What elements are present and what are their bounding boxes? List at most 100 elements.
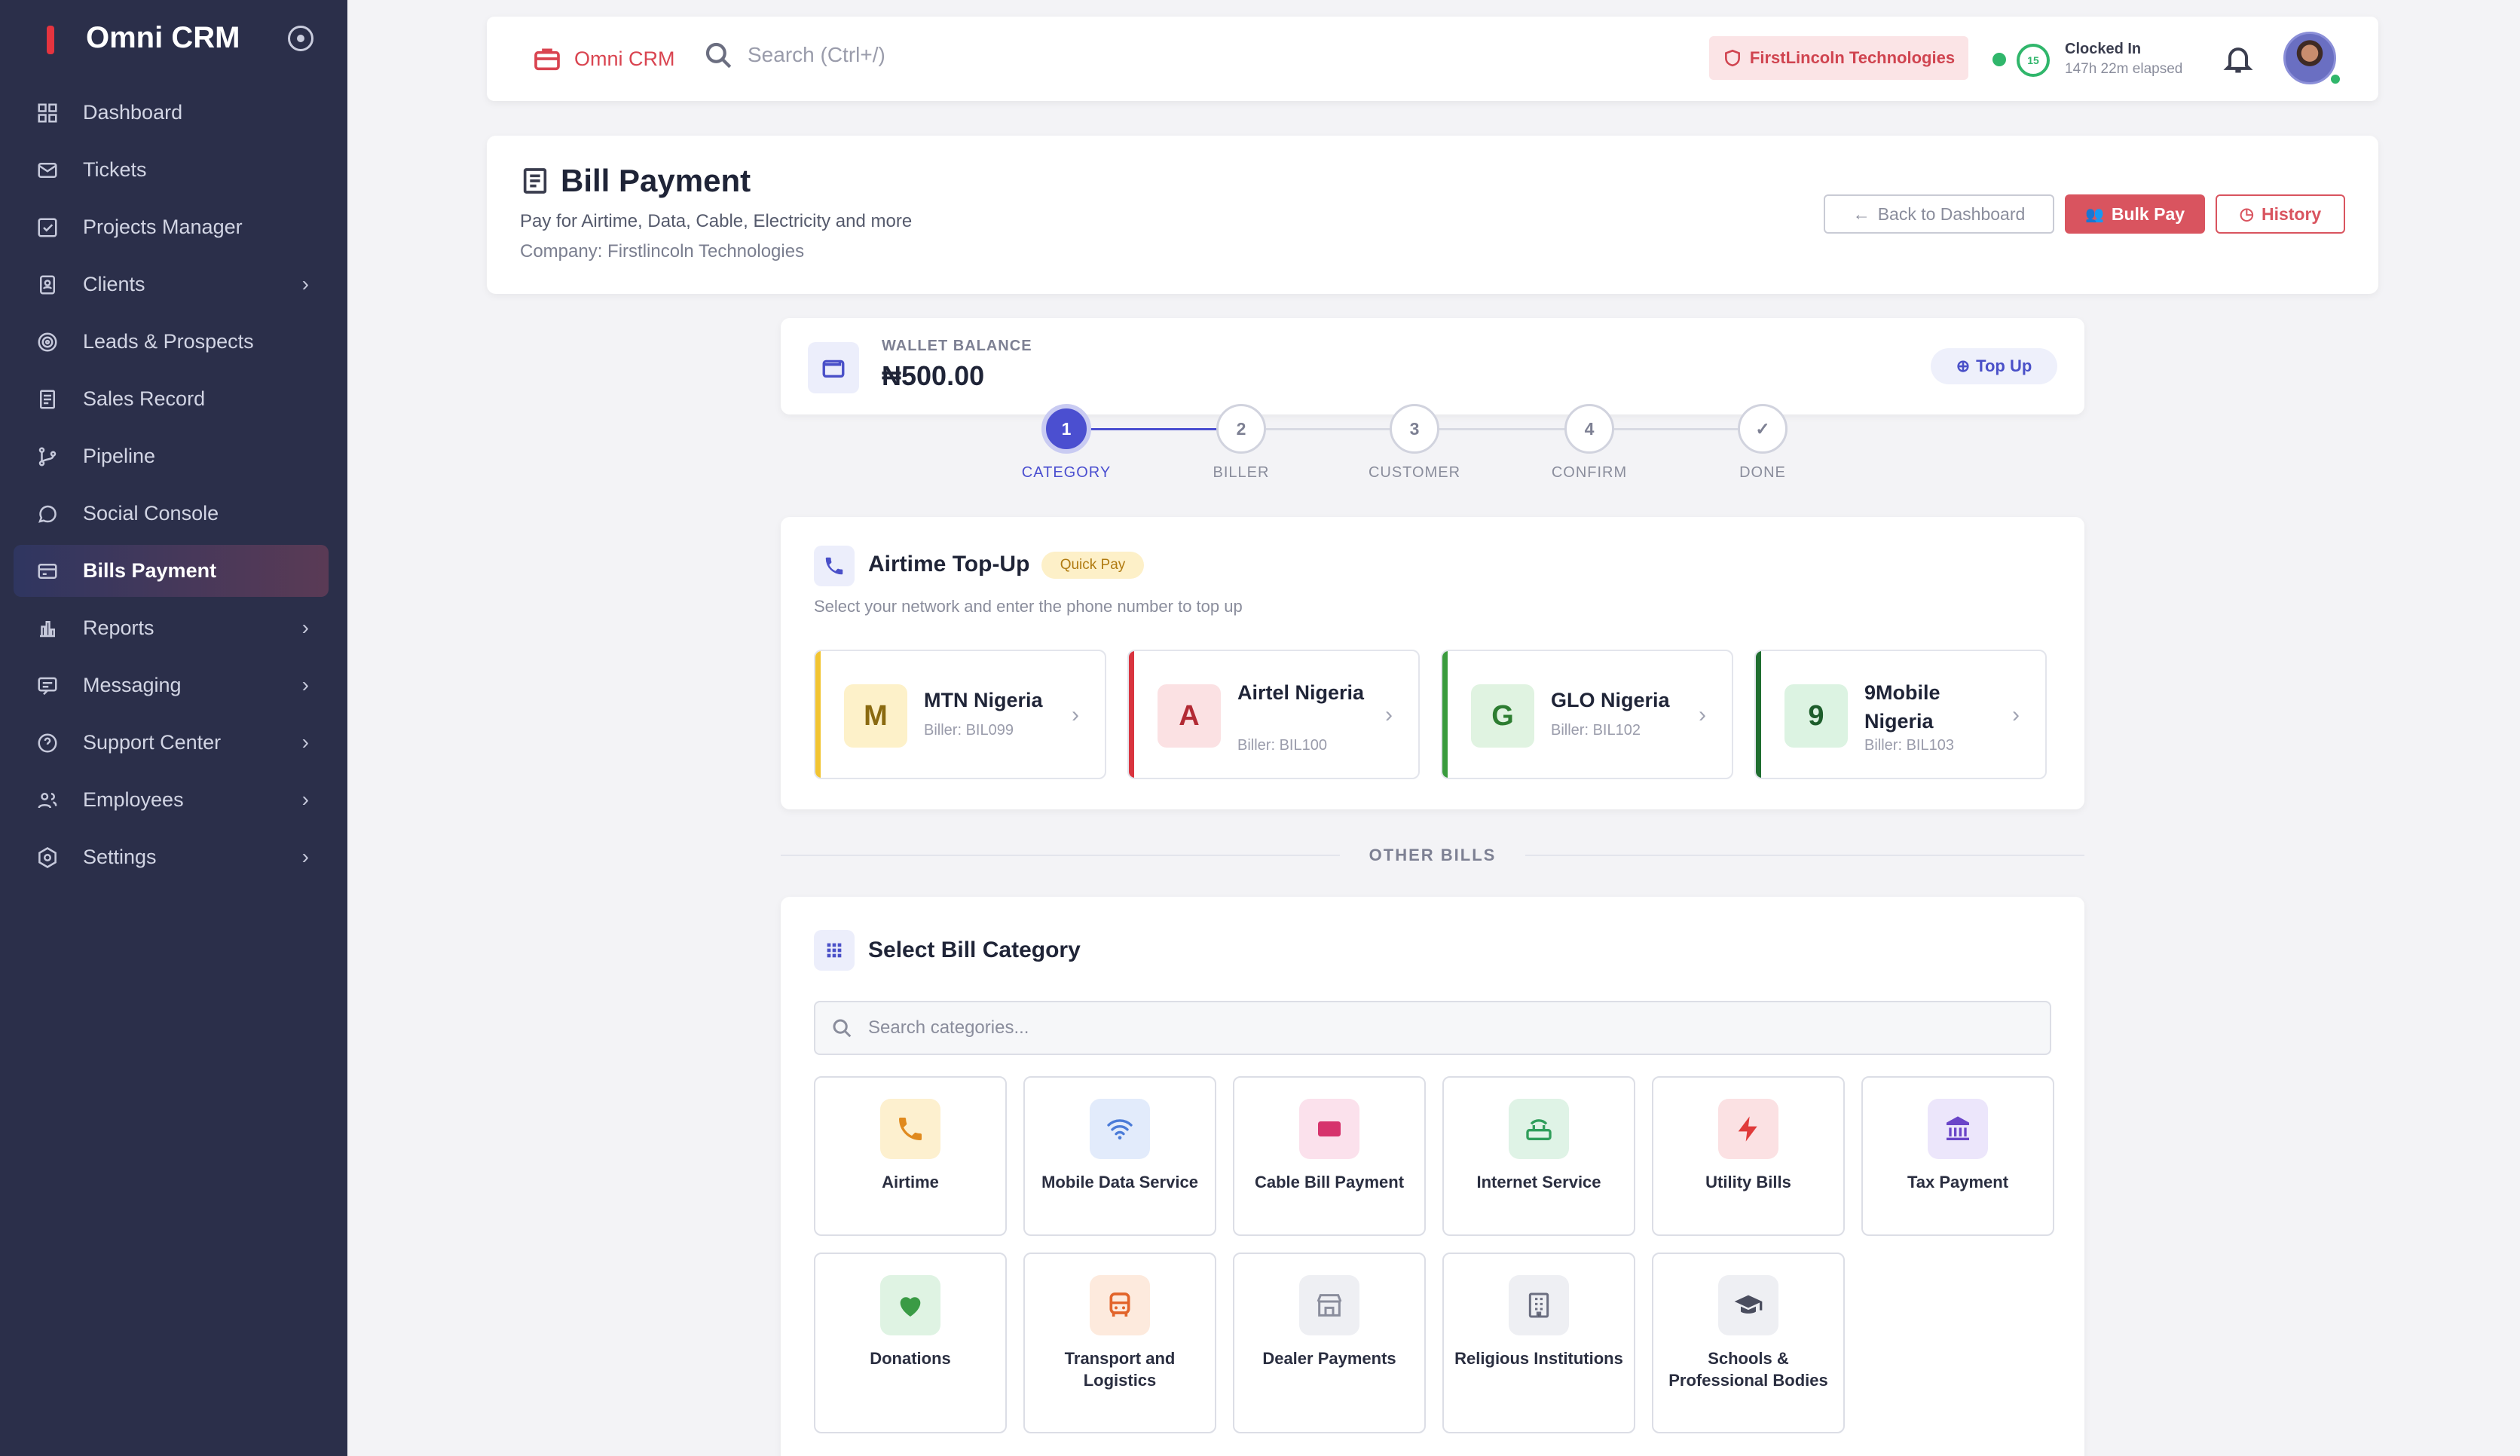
step-category-label: CATEGORY	[1021, 464, 1112, 481]
brand-name[interactable]: Omni CRM	[86, 21, 240, 55]
phone-icon	[880, 1099, 940, 1159]
category-label: Religious Institutions	[1454, 1349, 1623, 1368]
tv-icon	[1299, 1099, 1359, 1159]
chevron-right-icon: ›	[301, 788, 309, 811]
users-icon: 👥	[2084, 206, 2104, 223]
sidebar-item-sales-record[interactable]: Sales Record	[14, 373, 329, 425]
sidebar-item-employees[interactable]: Employees ›	[14, 774, 329, 826]
category-tile-transport-and-logistics[interactable]: Transport and Logistics	[1023, 1253, 1216, 1433]
clock-icon: ◷	[2239, 204, 2254, 223]
notification-bell-icon[interactable]	[2222, 42, 2255, 75]
category-tile-religious-institutions[interactable]: Religious Institutions	[1442, 1253, 1635, 1433]
step-biller-label: BILLER	[1213, 464, 1270, 481]
category-tile-internet-service[interactable]: Internet Service	[1442, 1076, 1635, 1236]
sidebar: Omni CRM Dashboard Tickets Projects Mana…	[0, 0, 347, 1456]
clock-status[interactable]: Clocked In 147h 22m elapsed	[2065, 41, 2182, 78]
sidebar-item-reports[interactable]: Reports ›	[14, 602, 329, 654]
sidebar-item-leads-prospects[interactable]: Leads & Prospects	[14, 316, 329, 368]
category-tile-cable-bill-payment[interactable]: Cable Bill Payment	[1233, 1076, 1426, 1236]
sidebar-item-support-center[interactable]: Support Center ›	[14, 717, 329, 769]
airtime-topup-card: Airtime Top-Up Quick Pay Select your net…	[781, 517, 2084, 809]
category-label: Donations	[870, 1349, 951, 1368]
checkbox-icon	[36, 216, 59, 239]
sidebar-nav: Dashboard Tickets Projects Manager Clien…	[14, 87, 329, 889]
network-card-airtel-nigeria[interactable]: A Airtel Nigeria Biller: BIL100 ›	[1127, 650, 1420, 779]
wallet-balance-label: WALLET BALANCE	[882, 338, 1032, 354]
chevron-right-icon: ›	[301, 673, 309, 696]
company-badge-label: FirstLincoln Technologies	[1749, 48, 1956, 67]
network-card-9mobile-nigeria[interactable]: 9 9Mobile Nigeria Biller: BIL103 ›	[1754, 650, 2047, 779]
sidebar-item-label: Messaging	[83, 674, 182, 696]
topbar-brand[interactable]: Omni CRM	[532, 44, 675, 74]
wallet-card: WALLET BALANCE ₦500.00 ⊕ Top Up	[781, 318, 2084, 414]
wallet-balance-amount: ₦500.00	[882, 360, 985, 391]
page-title: Bill Payment	[561, 163, 751, 198]
receipt-icon	[36, 388, 59, 411]
sidebar-item-label: Leads & Prospects	[83, 330, 254, 353]
sidebar-item-settings[interactable]: Settings ›	[14, 831, 329, 883]
category-tile-airtime[interactable]: Airtime	[814, 1076, 1007, 1236]
category-tile-tax-payment[interactable]: Tax Payment	[1861, 1076, 2054, 1236]
sidebar-item-label: Support Center	[83, 731, 222, 754]
top-up-button[interactable]: ⊕ Top Up	[1931, 348, 2057, 384]
sidebar-item-tickets[interactable]: Tickets	[14, 144, 329, 196]
lightning-icon	[1718, 1099, 1778, 1159]
receipt-icon	[520, 166, 550, 196]
step-connector	[1611, 428, 1741, 430]
step-confirm-label: CONFIRM	[1551, 464, 1628, 481]
search-input[interactable]: Search (Ctrl+/)	[702, 39, 885, 71]
brand-logo-icon	[47, 26, 54, 54]
settings-icon	[36, 846, 59, 869]
network-avatar: G	[1471, 684, 1534, 748]
chevron-right-icon: ›	[301, 616, 309, 639]
sidebar-item-clients[interactable]: Clients ›	[14, 258, 329, 310]
category-tile-schools-professional-bodies[interactable]: Schools & Professional Bodies	[1652, 1253, 1845, 1433]
sidebar-item-label: Dashboard	[83, 101, 183, 124]
sidebar-item-pipeline[interactable]: Pipeline	[14, 430, 329, 482]
category-label: Airtime	[882, 1173, 939, 1191]
sidebar-item-dashboard[interactable]: Dashboard	[14, 87, 329, 139]
category-label: Schools & Professional Bodies	[1668, 1349, 1828, 1390]
sidebar-item-messaging[interactable]: Messaging ›	[14, 659, 329, 711]
sidebar-item-label: Projects Manager	[83, 216, 243, 238]
page-company: Company: Firstlincoln Technologies	[520, 241, 805, 262]
network-card-mtn-nigeria[interactable]: M MTN Nigeria Biller: BIL099 ›	[814, 650, 1106, 779]
chevron-right-icon: ›	[301, 730, 309, 754]
category-tile-donations[interactable]: Donations	[814, 1253, 1007, 1433]
network-avatar: M	[844, 684, 907, 748]
bulk-pay-button[interactable]: 👥 Bulk Pay	[2065, 194, 2205, 234]
category-search-input[interactable]: Search categories...	[814, 1001, 2051, 1055]
clock-progress-ring: 15	[2017, 44, 2050, 77]
company-badge[interactable]: FirstLincoln Technologies	[1709, 36, 1968, 80]
grid-icon	[814, 930, 855, 971]
category-label: Dealer Payments	[1262, 1349, 1396, 1368]
sidebar-item-label: Reports	[83, 616, 154, 639]
sidebar-item-label: Social Console	[83, 502, 219, 525]
sidebar-collapse-icon[interactable]	[288, 26, 313, 51]
step-confirm-circle: 4	[1564, 404, 1614, 454]
network-card-glo-nigeria[interactable]: G GLO Nigeria Biller: BIL102 ›	[1441, 650, 1733, 779]
sidebar-item-projects-manager[interactable]: Projects Manager	[14, 201, 329, 253]
sidebar-item-bills-payment[interactable]: Bills Payment	[14, 545, 329, 597]
plus-circle-icon: ⊕	[1956, 356, 1971, 375]
network-biller: Biller: BIL100	[1237, 737, 1327, 754]
network-accent-bar	[1129, 651, 1134, 778]
git-branch-icon	[36, 445, 59, 468]
sidebar-item-label: Settings	[83, 846, 157, 868]
back-to-dashboard-label: Back to Dashboard	[1877, 203, 2026, 224]
sidebar-item-social-console[interactable]: Social Console	[14, 488, 329, 540]
category-tile-utility-bills[interactable]: Utility Bills	[1652, 1076, 1845, 1236]
history-button[interactable]: ◷ History	[2216, 194, 2345, 234]
building-icon	[1509, 1275, 1569, 1335]
dashboard-icon	[36, 102, 59, 124]
back-to-dashboard-button[interactable]: ← Back to Dashboard	[1824, 194, 2054, 234]
network-name: Airtel Nigeria	[1237, 681, 1365, 704]
category-tile-mobile-data-service[interactable]: Mobile Data Service	[1023, 1076, 1216, 1236]
step-customer-label: CUSTOMER	[1368, 464, 1461, 481]
bar-chart-icon	[36, 617, 59, 640]
step-biller-circle: 2	[1216, 404, 1266, 454]
network-avatar: 9	[1784, 684, 1848, 748]
step-done-circle: ✓	[1738, 404, 1788, 454]
category-tile-dealer-payments[interactable]: Dealer Payments	[1233, 1253, 1426, 1433]
step-customer-circle: 3	[1390, 404, 1439, 454]
